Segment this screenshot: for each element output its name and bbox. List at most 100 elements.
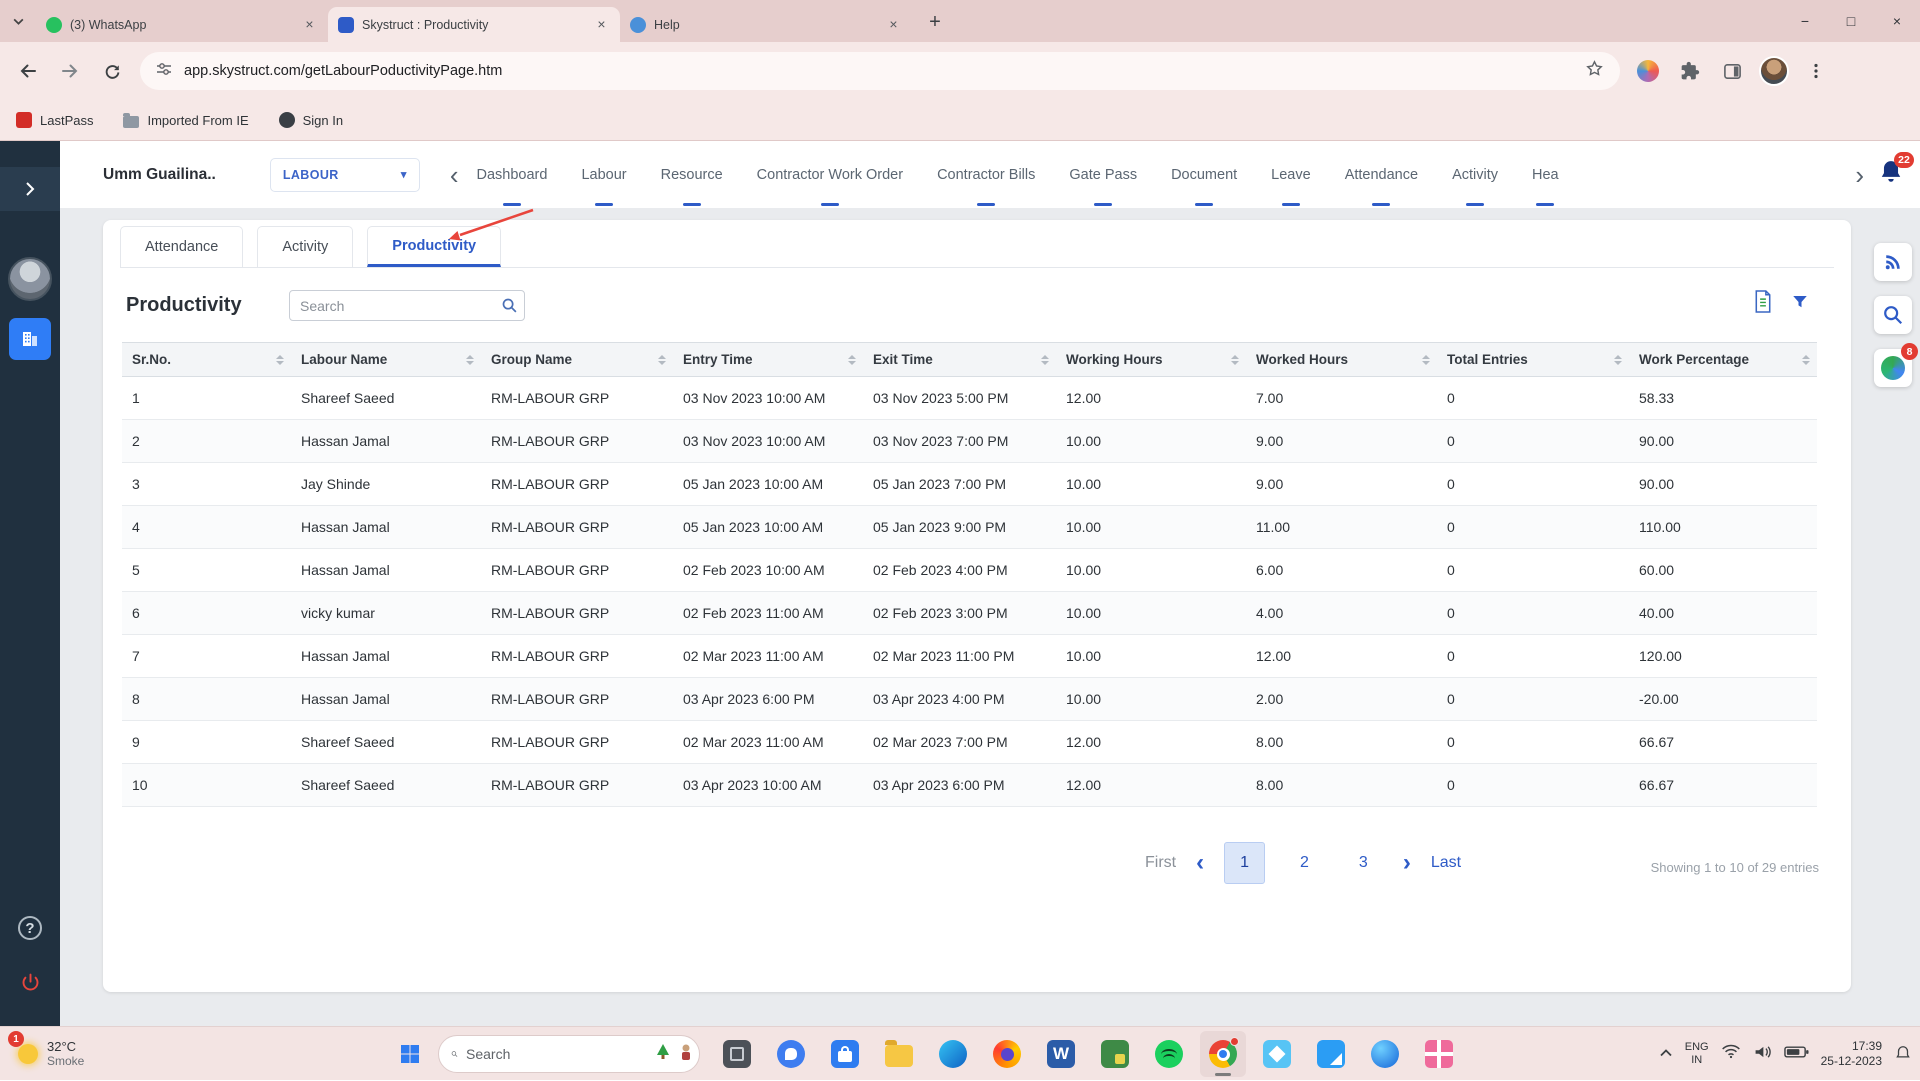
nav-item-hea[interactable]: Hea: [1532, 141, 1559, 208]
table-cell: RM-LABOUR GRP: [481, 548, 673, 592]
help-icon[interactable]: ?: [18, 916, 42, 940]
side-panel-icon[interactable]: [1714, 53, 1750, 89]
nav-item-contractor-bills[interactable]: Contractor Bills: [937, 141, 1035, 208]
rss-feed-icon[interactable]: [1874, 243, 1912, 281]
tray-expand-icon[interactable]: [1659, 1045, 1673, 1063]
chat-icon[interactable]: [768, 1031, 814, 1077]
column-header-worked-hours[interactable]: Worked Hours: [1246, 342, 1437, 377]
tab-close-icon[interactable]: ×: [593, 16, 610, 33]
module-select[interactable]: LABOUR ▾: [269, 157, 420, 192]
export-excel-icon[interactable]: [1753, 290, 1773, 318]
edge-icon[interactable]: [930, 1031, 976, 1077]
reload-icon[interactable]: [94, 53, 130, 89]
green-app-icon[interactable]: [1092, 1031, 1138, 1077]
minimize-button[interactable]: −: [1782, 0, 1828, 42]
tab-activity[interactable]: Activity: [257, 226, 354, 267]
column-header-labour-name[interactable]: Labour Name: [291, 342, 481, 377]
column-header-work-percentage[interactable]: Work Percentage: [1629, 342, 1817, 377]
filter-icon[interactable]: [1791, 293, 1809, 316]
pagination-prev-icon[interactable]: ‹: [1196, 851, 1204, 875]
user-avatar[interactable]: [8, 257, 52, 301]
bookmark-lastpass[interactable]: LastPass: [16, 112, 93, 128]
tab-close-icon[interactable]: ×: [885, 16, 902, 33]
nav-item-contractor-work-order[interactable]: Contractor Work Order: [757, 141, 903, 208]
microsoft-store-icon[interactable]: [822, 1031, 868, 1077]
close-button[interactable]: ×: [1874, 0, 1920, 42]
column-header-exit-time[interactable]: Exit Time: [863, 342, 1056, 377]
table-cell: 8.00: [1246, 763, 1437, 807]
weather-widget[interactable]: 1 32°C Smoke: [8, 1027, 84, 1081]
taskbar-search[interactable]: [438, 1035, 700, 1073]
column-header-entry-time[interactable]: Entry Time: [673, 342, 863, 377]
photos-icon[interactable]: [1254, 1031, 1300, 1077]
word-icon[interactable]: W: [1038, 1031, 1084, 1077]
nav-item-document[interactable]: Document: [1171, 141, 1237, 208]
site-info-icon[interactable]: [156, 61, 172, 82]
power-icon[interactable]: [18, 970, 42, 994]
blue-app-icon[interactable]: [1362, 1031, 1408, 1077]
volume-icon[interactable]: [1753, 1044, 1772, 1065]
new-tab-button[interactable]: +: [920, 7, 950, 37]
start-button[interactable]: [390, 1034, 430, 1074]
bookmark-imported-from-ie[interactable]: Imported From IE: [123, 112, 249, 128]
desktop-window-icon[interactable]: [714, 1031, 760, 1077]
browser-tab-help[interactable]: Help ×: [620, 7, 912, 42]
nav-item-attendance[interactable]: Attendance: [1345, 141, 1418, 208]
globe-widget-icon[interactable]: 8: [1874, 343, 1918, 387]
tab-search-icon[interactable]: [0, 0, 36, 42]
pagination-page-2[interactable]: 2: [1285, 843, 1324, 883]
column-header-sr-no[interactable]: Sr.No.: [122, 342, 291, 377]
pagination-last[interactable]: Last: [1431, 854, 1461, 872]
tab-close-icon[interactable]: ×: [301, 16, 318, 33]
table-cell: 90.00: [1629, 419, 1817, 463]
search-icon[interactable]: [494, 297, 524, 314]
nav-item-resource[interactable]: Resource: [661, 141, 723, 208]
column-header-group-name[interactable]: Group Name: [481, 342, 673, 377]
bookmark-sign-in[interactable]: Sign In: [278, 112, 343, 128]
nav-scroll-right-icon[interactable]: ›: [1855, 162, 1864, 188]
pagination-page-3[interactable]: 3: [1344, 843, 1383, 883]
url-text[interactable]: app.skystruct.com/getLabourPoductivityPa…: [184, 63, 1573, 79]
battery-icon[interactable]: [1783, 1045, 1809, 1064]
pagination-next-icon[interactable]: ›: [1403, 851, 1411, 875]
browser-tab-skystruct-productivity[interactable]: Skystruct : Productivity ×: [328, 7, 620, 42]
spotify-icon[interactable]: [1146, 1031, 1192, 1077]
bookmark-star-icon[interactable]: [1585, 59, 1604, 83]
browser-tab-3-whatsapp[interactable]: (3) WhatsApp ×: [36, 7, 328, 42]
column-header-working-hours[interactable]: Working Hours: [1056, 342, 1246, 377]
forward-icon[interactable]: [52, 53, 88, 89]
help-favicon: [630, 16, 646, 33]
file-explorer-icon[interactable]: [876, 1031, 922, 1077]
tab-attendance[interactable]: Attendance: [120, 226, 244, 267]
sidebar-expand-icon[interactable]: [0, 167, 60, 211]
firefox-icon[interactable]: [984, 1031, 1030, 1077]
browser-menu-icon[interactable]: [1798, 53, 1834, 89]
clock[interactable]: 17:39 25-12-2023: [1821, 1039, 1882, 1069]
address-bar[interactable]: app.skystruct.com/getLabourPoductivityPa…: [140, 52, 1620, 90]
extensions-puzzle-icon[interactable]: [1672, 53, 1708, 89]
nav-item-gate-pass[interactable]: Gate Pass: [1069, 141, 1137, 208]
column-header-total-entries[interactable]: Total Entries: [1437, 342, 1629, 377]
pagination-first[interactable]: First: [1145, 854, 1176, 872]
maximize-button[interactable]: □: [1828, 0, 1874, 42]
nav-item-dashboard[interactable]: Dashboard: [477, 141, 548, 208]
language-indicator[interactable]: ENG IN: [1685, 1041, 1709, 1066]
nav-scroll-left-icon[interactable]: ‹: [450, 162, 459, 188]
nav-item-labour[interactable]: Labour: [581, 141, 626, 208]
nav-item-leave[interactable]: Leave: [1271, 141, 1311, 208]
pagination-page-1[interactable]: 1: [1224, 842, 1266, 884]
nav-item-activity[interactable]: Activity: [1452, 141, 1498, 208]
notifications-tray-icon[interactable]: [1894, 1043, 1912, 1066]
chrome-icon[interactable]: [1200, 1031, 1246, 1077]
quick-search-icon[interactable]: [1874, 296, 1912, 334]
notifications-bell-icon[interactable]: 22: [1878, 152, 1914, 190]
gift-icon[interactable]: [1416, 1031, 1462, 1077]
search-input[interactable]: [290, 297, 494, 314]
back-icon[interactable]: [10, 53, 46, 89]
extension-colorful-icon[interactable]: [1630, 53, 1666, 89]
taskbar-search-input[interactable]: [466, 1046, 647, 1062]
sidebar-item-labour-active[interactable]: [9, 318, 51, 360]
wifi-icon[interactable]: [1721, 1043, 1741, 1065]
vscode-icon[interactable]: [1308, 1031, 1354, 1077]
profile-avatar[interactable]: [1756, 53, 1792, 89]
